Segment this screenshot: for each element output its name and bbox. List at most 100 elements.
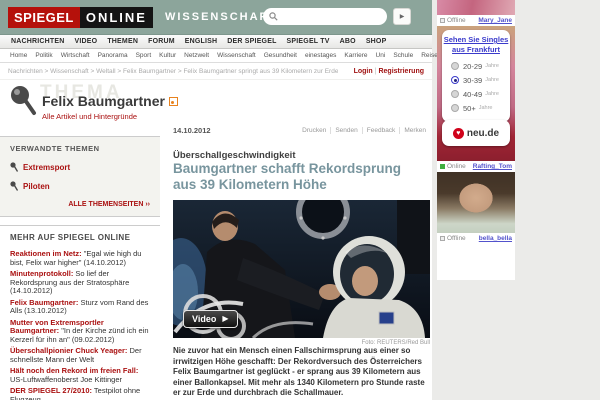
more-item-2[interactable]: Minutenprotokoll: So lief der Rekordspru…	[10, 270, 150, 296]
register-link[interactable]: Registrierung	[378, 68, 424, 75]
thema-pin-icon	[10, 85, 38, 117]
nav-wissenschaft[interactable]: Wissenschaft	[213, 52, 260, 59]
nav-english[interactable]: ENGLISH	[180, 38, 223, 45]
age-label: 50+	[463, 104, 476, 113]
nav-sport[interactable]: Sport	[132, 52, 156, 59]
all-theme-pages-link[interactable]: ALLE THEMENSEITEN ››	[10, 201, 150, 208]
nav-video[interactable]: VIDEO	[70, 38, 103, 45]
age-label: 30-39	[463, 76, 482, 85]
ad-profile-bar-rafting-tom: Online Rafting_Tom	[437, 161, 515, 172]
left-sidebar: THEMA Felix Baumgartner Alle Artikel und…	[0, 80, 160, 400]
profile-name-link[interactable]: Mary_Jane	[478, 17, 512, 24]
video-button[interactable]: Video ▶	[183, 310, 238, 328]
nav-schule[interactable]: Schule	[389, 52, 417, 59]
thema-title[interactable]: Felix Baumgartner	[42, 93, 165, 109]
neu-de-heart-icon: ♥	[453, 128, 464, 139]
nav-uni[interactable]: Uni	[372, 52, 390, 59]
search-go-arrow-icon: ▶	[400, 13, 405, 20]
spiegel-online-page: SPIEGEL ONLINE WISSENSCHAFT ▶ NACHRICHTE…	[0, 0, 600, 400]
nav-forum[interactable]: FORUM	[143, 38, 180, 45]
more-item-3[interactable]: Felix Baumgartner: Sturz vom Rand des Al…	[10, 299, 150, 316]
more-item-6[interactable]: Hält noch den Rekord im freien Fall: US-…	[10, 367, 150, 384]
nav-themen[interactable]: THEMEN	[102, 38, 143, 45]
breadcrumb-row: Nachrichten > Wissenschaft > Weltall > F…	[0, 63, 432, 80]
section-title: WISSENSCHAFT	[165, 11, 277, 23]
thema-subtitle[interactable]: Alle Artikel und Hintergründe	[42, 112, 137, 121]
search-box[interactable]	[263, 8, 387, 25]
age-radio-3[interactable]	[451, 104, 459, 112]
nav-gesundheit[interactable]: Gesundheit	[260, 52, 301, 59]
nav-panorama[interactable]: Panorama	[94, 52, 132, 59]
thema-header: THEMA Felix Baumgartner Alle Artikel und…	[0, 80, 160, 132]
more-item-7[interactable]: DER SPIEGEL 27/2010: Testpilot ohne Flug…	[10, 387, 150, 400]
article-headline[interactable]: Baumgartner schafft Rekordsprung aus 39 …	[173, 161, 425, 193]
pin-icon	[10, 181, 18, 191]
related-topic-label: Extremsport	[23, 163, 70, 172]
secondary-nav: Home Politik Wirtschaft Panorama Sport K…	[0, 49, 432, 63]
age-option-50plus[interactable]: 50+ Jahre	[451, 101, 510, 115]
article-date: 14.10.2012	[173, 126, 211, 135]
nav-shop[interactable]: SHOP	[361, 38, 392, 45]
age-option-40-49[interactable]: 40-49 Jahre	[451, 87, 510, 101]
send-link[interactable]: Senden	[330, 127, 361, 134]
nav-politik[interactable]: Politik	[31, 52, 56, 59]
search-icon	[269, 12, 278, 21]
login-link[interactable]: Login	[354, 68, 373, 75]
profile-name-link[interactable]: Rafting_Tom	[473, 163, 512, 170]
profile-status: Online	[440, 163, 466, 170]
ad-singles-link[interactable]: Sehen Sie Singles aus Frankfurt	[442, 35, 510, 54]
nav-home[interactable]: Home	[6, 52, 31, 59]
play-icon: ▶	[222, 315, 228, 323]
age-radio-0[interactable]	[451, 62, 459, 70]
feedback-link[interactable]: Feedback	[362, 127, 400, 134]
bookmark-link[interactable]: Merken	[399, 127, 430, 134]
nav-wirtschaft[interactable]: Wirtschaft	[57, 52, 94, 59]
article-photo[interactable]: Video ▶	[173, 200, 430, 338]
breadcrumb[interactable]: Nachrichten > Wissenschaft > Weltall > F…	[8, 68, 338, 75]
neu-de-brand-panel[interactable]: ♥ neu.de	[442, 120, 510, 146]
age-option-20-29[interactable]: 20-29 Jahre	[451, 59, 510, 73]
nav-spiegel-tv[interactable]: SPIEGEL TV	[282, 38, 335, 45]
nav-netzwelt[interactable]: Netzwelt	[180, 52, 213, 59]
neu-de-brand-name: neu.de	[467, 128, 499, 139]
ad-photo-man[interactable]	[437, 243, 515, 277]
video-button-label: Video	[192, 314, 216, 324]
ad-search-panel: Sehen Sie Singles aus Frankfurt 20-29 Ja…	[442, 30, 510, 122]
more-item-5[interactable]: Überschallpionier Chuck Yeager: Der schn…	[10, 347, 150, 364]
nav-nachrichten[interactable]: NACHRICHTEN	[6, 38, 70, 45]
more-heading: MEHR AUF SPIEGEL ONLINE	[10, 233, 150, 242]
profile-name-link[interactable]: bella_bella	[479, 235, 512, 242]
age-options: 20-29 Jahre 30-39 Jahre 40-49 Jahre 50+ …	[451, 59, 510, 115]
more-item-4[interactable]: Mutter von Extremsportler Baumgartner: "…	[10, 319, 150, 345]
spiegel-online-logo[interactable]: SPIEGEL ONLINE	[8, 7, 153, 28]
primary-nav: NACHRICHTEN VIDEO THEMEN FORUM ENGLISH D…	[0, 34, 432, 49]
article: 14.10.2012 DruckenSendenFeedbackMerken Ü…	[173, 80, 430, 399]
nav-karriere[interactable]: Karriere	[340, 52, 371, 59]
age-label: 40-49	[463, 90, 482, 99]
search-input[interactable]	[281, 10, 380, 24]
age-option-30-39[interactable]: 30-39 Jahre	[451, 73, 510, 87]
age-suffix: Jahre	[485, 63, 499, 69]
nav-kultur[interactable]: Kultur	[155, 52, 180, 59]
age-radio-2[interactable]	[451, 90, 459, 98]
age-radio-1[interactable]	[451, 76, 459, 84]
nav-der-spiegel[interactable]: DER SPIEGEL	[222, 38, 281, 45]
age-suffix: Jahre	[485, 77, 499, 83]
search-submit-button[interactable]: ▶	[393, 8, 411, 25]
print-link[interactable]: Drucken	[298, 127, 330, 134]
related-topic-extremsport[interactable]: Extremsport	[10, 162, 150, 172]
nav-abo[interactable]: ABO	[335, 38, 361, 45]
offline-icon	[440, 18, 445, 23]
age-label: 20-29	[463, 62, 482, 71]
article-meta-row: 14.10.2012 DruckenSendenFeedbackMerken	[173, 126, 430, 135]
more-item-1[interactable]: Reaktionen im Netz: "Egal wie high du bi…	[10, 250, 150, 267]
more-item-text: US-Luftwaffenoberst Joe Kittinger	[10, 375, 122, 384]
online-logo-part: ONLINE	[80, 7, 153, 28]
ad-photo-mary-jane[interactable]	[437, 0, 515, 15]
profile-status: Offline	[440, 235, 466, 242]
related-topic-piloten[interactable]: Piloten	[10, 181, 150, 191]
spiegel-logo-part: SPIEGEL	[8, 7, 80, 28]
related-topics-heading: VERWANDTE THEMEN	[10, 144, 150, 153]
ad-photo-bella-bella[interactable]	[437, 172, 515, 233]
nav-einestages[interactable]: einestages	[301, 52, 340, 59]
